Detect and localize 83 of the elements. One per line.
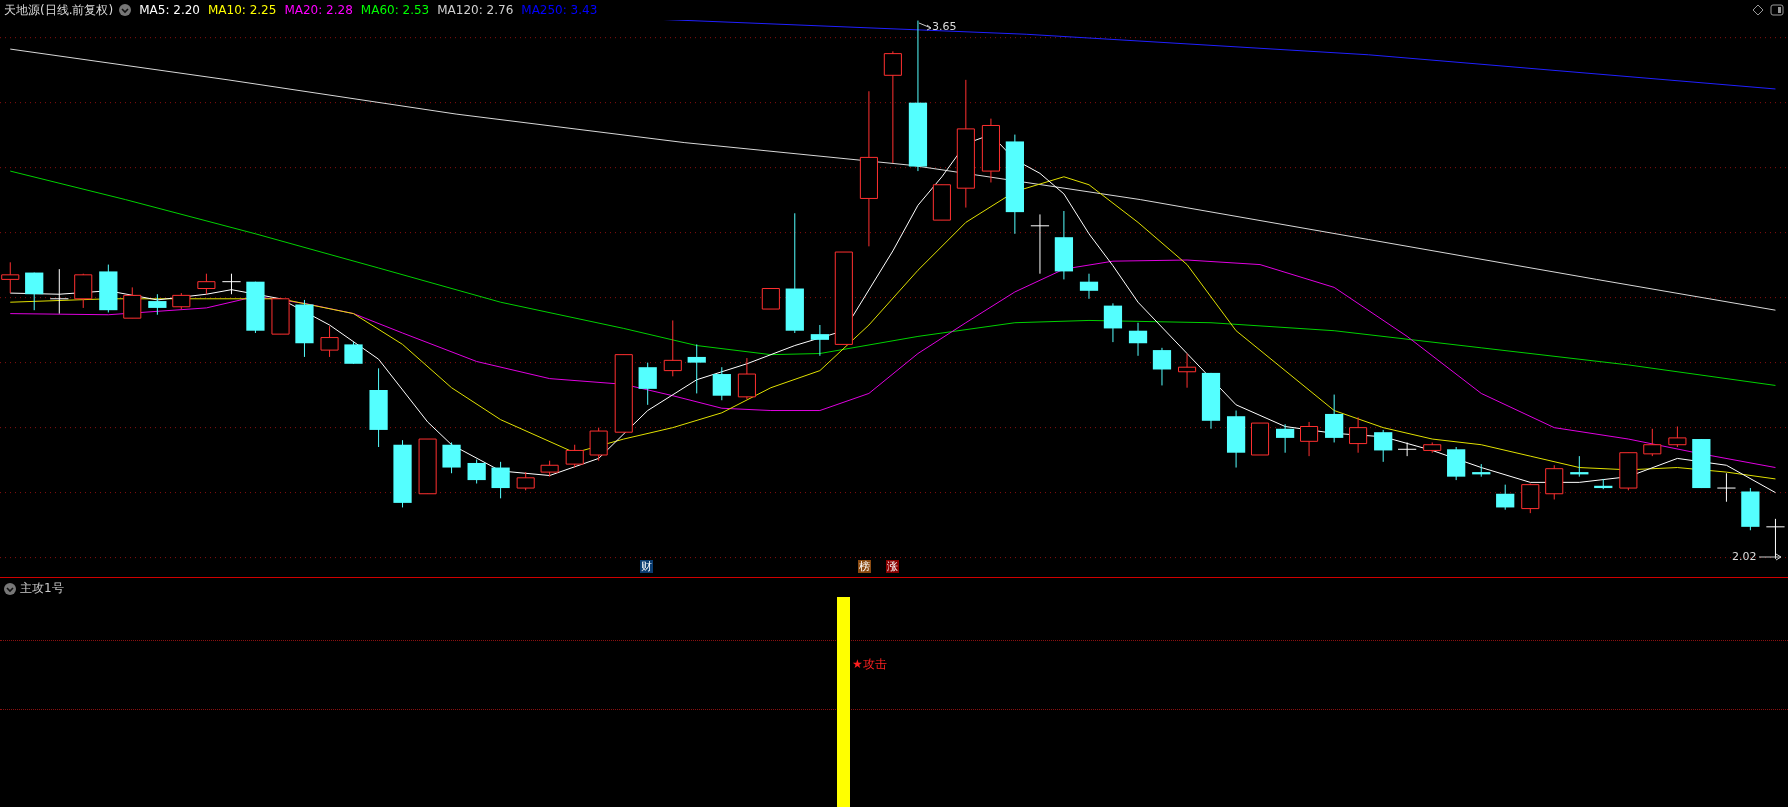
candlestick: [540, 460, 559, 478]
signal-label: ★攻击: [852, 656, 887, 673]
candlestick: [1201, 372, 1221, 430]
candlestick: [1741, 487, 1760, 531]
candlestick: [197, 273, 216, 295]
candlestick: [761, 288, 780, 310]
stock-title: 天地源(日线.前复权): [4, 1, 114, 19]
candlestick: [1570, 455, 1589, 478]
candlestick: [1716, 472, 1737, 503]
candlestick: [467, 459, 486, 484]
arrow-icon: [1758, 553, 1782, 561]
panel-toggle-icon[interactable]: [1770, 4, 1784, 16]
candlestick: [221, 273, 242, 295]
candlestick: [1152, 347, 1172, 386]
candlestick: [1128, 322, 1148, 357]
candlestick: [1103, 302, 1123, 343]
candlestick: [1226, 410, 1246, 469]
candlestick: [663, 319, 682, 377]
candlestick: [295, 299, 314, 358]
candlestick: [1276, 423, 1295, 454]
moving-average-value: MA250: 3.43: [521, 3, 598, 17]
candlestick: [981, 118, 1000, 183]
candlestick: [74, 273, 93, 309]
candlestick: [344, 341, 363, 365]
candlestick: [418, 438, 437, 495]
candlestick: [1692, 438, 1711, 489]
candlestick: [246, 281, 265, 334]
candlestick: [123, 286, 142, 319]
candlestick: [1079, 273, 1099, 300]
candlestick: [1325, 394, 1344, 443]
moving-average-value: MA20: 2.28: [284, 3, 353, 17]
candlestick: [1521, 483, 1540, 514]
event-marker[interactable]: 榜: [858, 560, 871, 573]
candlestick: [271, 298, 290, 335]
candlestick: [491, 461, 510, 499]
candlestick: [1668, 426, 1687, 448]
candlestick: [1447, 446, 1466, 481]
candlestick: [1054, 210, 1074, 280]
candlestick: [1643, 428, 1662, 457]
candlestick: [589, 427, 608, 462]
candlestick: [1765, 518, 1786, 560]
candlestick: [99, 264, 118, 313]
candlestick: [25, 272, 44, 311]
candlestick: [1545, 464, 1564, 500]
candlestick: [148, 293, 167, 316]
moving-average-value: MA60: 2.53: [360, 3, 430, 17]
candlestick: [810, 324, 829, 357]
arrow-icon: [918, 22, 932, 32]
candlestick: [1300, 421, 1319, 457]
moving-average-value: MA10: 2.25: [207, 3, 277, 17]
candlestick: [1472, 463, 1491, 478]
candlestick: [172, 292, 191, 310]
candlestick: [1178, 353, 1197, 389]
candlestick: [1349, 416, 1368, 454]
moving-average-value: MA5: 2.20: [139, 3, 200, 17]
candlestick: [565, 444, 584, 469]
event-marker[interactable]: 涨: [886, 560, 899, 573]
candlestick: [1496, 484, 1515, 511]
candlestick: [516, 471, 535, 491]
candlestick: [1030, 213, 1050, 275]
candlestick: [1397, 441, 1417, 457]
indicator-title: 主攻1号: [20, 580, 64, 597]
event-marker[interactable]: 财: [640, 560, 653, 573]
candlestick: [1251, 422, 1270, 456]
candlestick: [442, 441, 461, 474]
candlestick: [1594, 478, 1613, 490]
candlestick: [49, 268, 69, 315]
moving-average-value: MA120: 2.76: [437, 3, 514, 17]
candlestick: [932, 184, 951, 221]
candlestick: [320, 325, 339, 358]
candlestick: [1374, 429, 1393, 463]
dropdown-icon[interactable]: [119, 4, 132, 16]
candlestick: [393, 439, 412, 508]
diamond-icon[interactable]: [1752, 4, 1764, 16]
low-price-label: 2.02: [1732, 550, 1757, 563]
high-price-label: 3.65: [932, 20, 957, 33]
candlestick: [1619, 452, 1638, 491]
candlestick: [687, 343, 706, 394]
dropdown-icon[interactable]: [4, 582, 16, 595]
candlestick: [737, 357, 756, 400]
candlestick: [638, 362, 657, 406]
candlestick: [712, 366, 731, 401]
candlestick: [1423, 441, 1442, 454]
